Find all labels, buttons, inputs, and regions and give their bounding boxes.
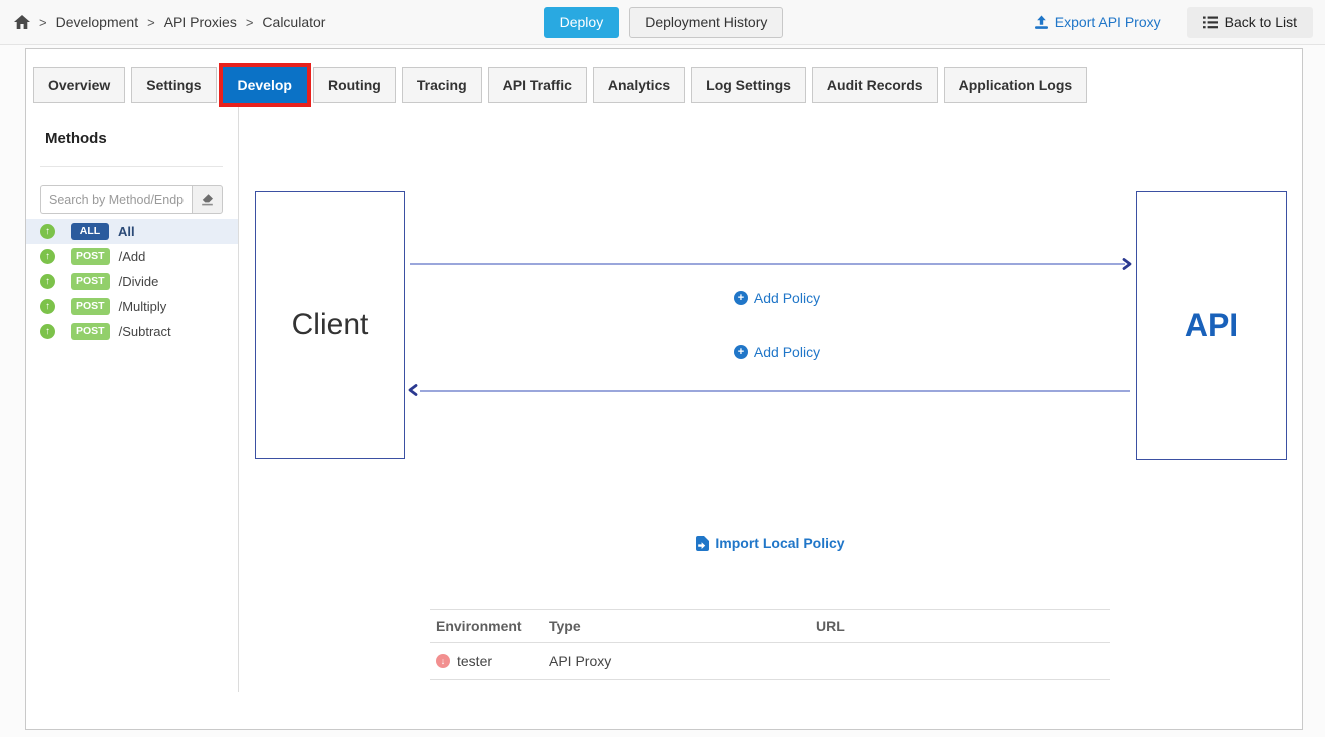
- table-row: ↓ tester API Proxy: [430, 643, 1110, 680]
- method-label: /Multiply: [119, 299, 167, 314]
- client-node[interactable]: Client: [255, 191, 405, 459]
- import-local-policy-link[interactable]: Import Local Policy: [670, 535, 870, 551]
- method-item-all[interactable]: ↑ ALL All: [26, 219, 238, 244]
- method-item-subtract[interactable]: ↑ POST/Subtract: [26, 319, 238, 344]
- arrow-up-circle-icon[interactable]: ↑: [40, 249, 55, 264]
- main-card: OverviewSettingsDevelopRoutingTracingAPI…: [25, 48, 1303, 730]
- tab-develop[interactable]: Develop: [223, 67, 307, 103]
- clear-search-button[interactable]: [192, 185, 223, 214]
- request-arrowhead-icon: [1121, 257, 1133, 271]
- api-label: API: [1185, 307, 1238, 344]
- arrow-up-circle-icon[interactable]: ↑: [40, 224, 55, 239]
- method-label: /Subtract: [119, 324, 171, 339]
- method-item-multiply[interactable]: ↑ POST/Multiply: [26, 294, 238, 319]
- tab-log-settings[interactable]: Log Settings: [691, 67, 806, 103]
- method-label: /Divide: [119, 274, 159, 289]
- tab-settings[interactable]: Settings: [131, 67, 216, 103]
- home-icon[interactable]: [14, 15, 30, 29]
- method-badge: ALL: [71, 223, 109, 240]
- tab-api-traffic[interactable]: API Traffic: [488, 67, 587, 103]
- sidebar-divider: [40, 166, 223, 167]
- client-label: Client: [292, 308, 369, 342]
- method-search-input[interactable]: [40, 185, 192, 214]
- method-label: /Add: [119, 249, 146, 264]
- plus-circle-icon: +: [734, 345, 748, 359]
- tab-tracing[interactable]: Tracing: [402, 67, 482, 103]
- tab-overview[interactable]: Overview: [33, 67, 125, 103]
- methods-title: Methods: [45, 130, 107, 147]
- method-item-divide[interactable]: ↑ POST/Divide: [26, 269, 238, 294]
- method-badge: POST: [71, 298, 110, 315]
- method-badge: POST: [71, 323, 110, 340]
- breadcrumb-separator: >: [147, 15, 155, 30]
- tabs: OverviewSettingsDevelopRoutingTracingAPI…: [33, 67, 1093, 103]
- add-policy-response-link[interactable]: + Add Policy: [677, 344, 877, 360]
- arrow-up-circle-icon[interactable]: ↑: [40, 274, 55, 289]
- breadcrumb-separator: >: [246, 15, 254, 30]
- export-upload-icon: [1034, 15, 1049, 30]
- tab-audit-records[interactable]: Audit Records: [812, 67, 938, 103]
- breadcrumb-separator: >: [39, 15, 47, 30]
- plus-circle-icon: +: [734, 291, 748, 305]
- arrow-down-circle-icon: ↓: [436, 654, 450, 668]
- deploy-button[interactable]: Deploy: [544, 7, 620, 38]
- tab-routing[interactable]: Routing: [313, 67, 396, 103]
- breadcrumb: > Development > API Proxies > Calculator: [0, 14, 544, 30]
- breadcrumb-item-development[interactable]: Development: [56, 14, 139, 30]
- import-file-icon: [695, 536, 709, 551]
- proxy-url: [810, 643, 1110, 680]
- environment-name: tester: [457, 653, 492, 669]
- method-label: All: [118, 224, 135, 239]
- response-flow-line: [420, 390, 1130, 392]
- request-flow-line: [410, 263, 1125, 265]
- column-header-environment: Environment: [430, 610, 543, 643]
- list-icon: [1203, 16, 1218, 29]
- topbar-right-actions: Export API Proxy Back to List: [783, 7, 1325, 38]
- proxy-type: API Proxy: [543, 643, 810, 680]
- add-policy-response-label: Add Policy: [754, 344, 820, 360]
- tab-analytics[interactable]: Analytics: [593, 67, 685, 103]
- export-api-proxy-link[interactable]: Export API Proxy: [1034, 14, 1161, 30]
- eraser-icon: [200, 192, 215, 207]
- back-to-list-button[interactable]: Back to List: [1187, 7, 1313, 38]
- deployment-history-button[interactable]: Deployment History: [629, 7, 783, 38]
- topbar-center-actions: Deploy Deployment History: [544, 7, 784, 38]
- environment-table-body: ↓ tester API Proxy: [430, 643, 1110, 680]
- response-arrowhead-icon: [407, 383, 419, 397]
- method-item-add[interactable]: ↑ POST/Add: [26, 244, 238, 269]
- add-policy-request-label: Add Policy: [754, 290, 820, 306]
- column-header-url: URL: [810, 610, 1110, 643]
- top-bar: > Development > API Proxies > Calculator…: [0, 0, 1325, 45]
- import-local-policy-label: Import Local Policy: [715, 535, 844, 551]
- back-to-list-label: Back to List: [1225, 14, 1297, 30]
- content-area: Methods ↑ ALL All ↑ POST/Add ↑ POST/Divide ↑ POS…: [26, 104, 1302, 729]
- breadcrumb-item-api-proxies[interactable]: API Proxies: [164, 14, 237, 30]
- arrow-up-circle-icon[interactable]: ↑: [40, 299, 55, 314]
- method-list: ↑ ALL All ↑ POST/Add ↑ POST/Divide ↑ POST/Multip…: [26, 219, 238, 344]
- tab-application-logs[interactable]: Application Logs: [944, 67, 1088, 103]
- method-search-group: [40, 185, 223, 214]
- breadcrumb-item-calculator: Calculator: [262, 14, 325, 30]
- column-header-type: Type: [543, 610, 810, 643]
- environment-table: EnvironmentTypeURL ↓ tester API Proxy: [430, 609, 1110, 680]
- add-policy-request-link[interactable]: + Add Policy: [677, 290, 877, 306]
- method-badge: POST: [71, 273, 110, 290]
- arrow-up-circle-icon[interactable]: ↑: [40, 324, 55, 339]
- method-badge: POST: [71, 248, 110, 265]
- api-node[interactable]: API: [1136, 191, 1287, 460]
- export-api-proxy-label: Export API Proxy: [1055, 14, 1161, 30]
- environment-table-header-row: EnvironmentTypeURL: [430, 610, 1110, 643]
- develop-canvas: Client API + Add Policy + Add Policy: [239, 104, 1302, 729]
- methods-sidebar: Methods ↑ ALL All ↑ POST/Add ↑ POST/Divide ↑ POS…: [26, 104, 239, 692]
